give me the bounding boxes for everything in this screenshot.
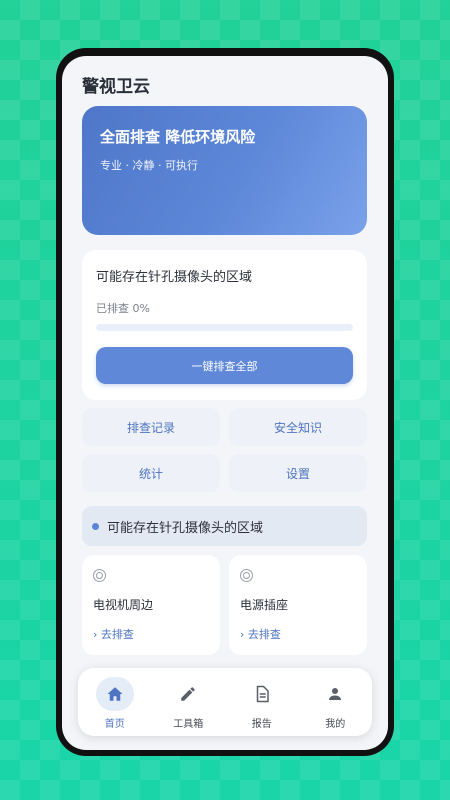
tab-label: 我的 [325,719,346,730]
scan-progress-text: 已排查 0% [96,302,150,315]
go-scan-link[interactable]: › 去排查 [93,626,209,642]
section-title: 可能存在针孔摄像头的区域 [107,520,264,536]
progress-bar [96,324,353,331]
area-name: 电视机周边 [93,598,154,612]
scan-all-button[interactable]: 一键排查全部 [96,347,353,384]
tab-report[interactable]: 报告 [232,677,292,730]
person-icon [316,677,354,711]
bullet-dot-icon [92,522,99,530]
app-screen: 警视卫云 全面排查 降低环境风险 专业 · 冷静 · 可执行 可能存在针孔摄像头… [62,56,388,750]
tab-home[interactable]: 首页 [85,677,145,730]
pencil-icon [169,677,207,711]
tab-toolbox[interactable]: 工具箱 [158,677,218,730]
area-card-tv[interactable]: 电视机周边 › 去排查 [82,555,220,655]
hero-subtitle: 专业 · 冷静 · 可执行 [100,159,198,172]
area-name: 电源插座 [240,598,289,612]
target-icon [93,569,106,582]
statistics-button[interactable]: 统计 [82,454,220,492]
quick-actions: 排查记录 安全知识 统计 设置 [82,408,367,492]
area-card-socket[interactable]: 电源插座 › 去排查 [229,555,367,655]
home-icon [95,677,134,711]
hero-title: 全面排查 降低环境风险 [100,128,256,146]
tab-profile[interactable]: 我的 [305,677,365,730]
tab-label: 首页 [104,719,125,730]
safety-knowledge-button[interactable]: 安全知识 [229,408,367,446]
go-scan-link[interactable]: › 去排查 [240,626,356,642]
app-title: 警视卫云 [82,77,150,97]
section-header: 可能存在针孔摄像头的区域 [82,506,367,546]
scan-title: 可能存在针孔摄像头的区域 [96,270,253,285]
target-icon [240,569,253,582]
bottom-tab-bar: 首页 工具箱 报告 我的 [78,668,372,736]
hero-banner: 全面排查 降低环境风险 专业 · 冷静 · 可执行 [82,106,367,235]
tab-label: 工具箱 [173,719,204,730]
scan-card: 可能存在针孔摄像头的区域 已排查 0% 一键排查全部 [82,250,367,400]
document-icon [243,677,281,711]
scan-records-button[interactable]: 排查记录 [82,408,220,446]
settings-button[interactable]: 设置 [229,454,367,492]
tab-label: 报告 [251,719,272,730]
